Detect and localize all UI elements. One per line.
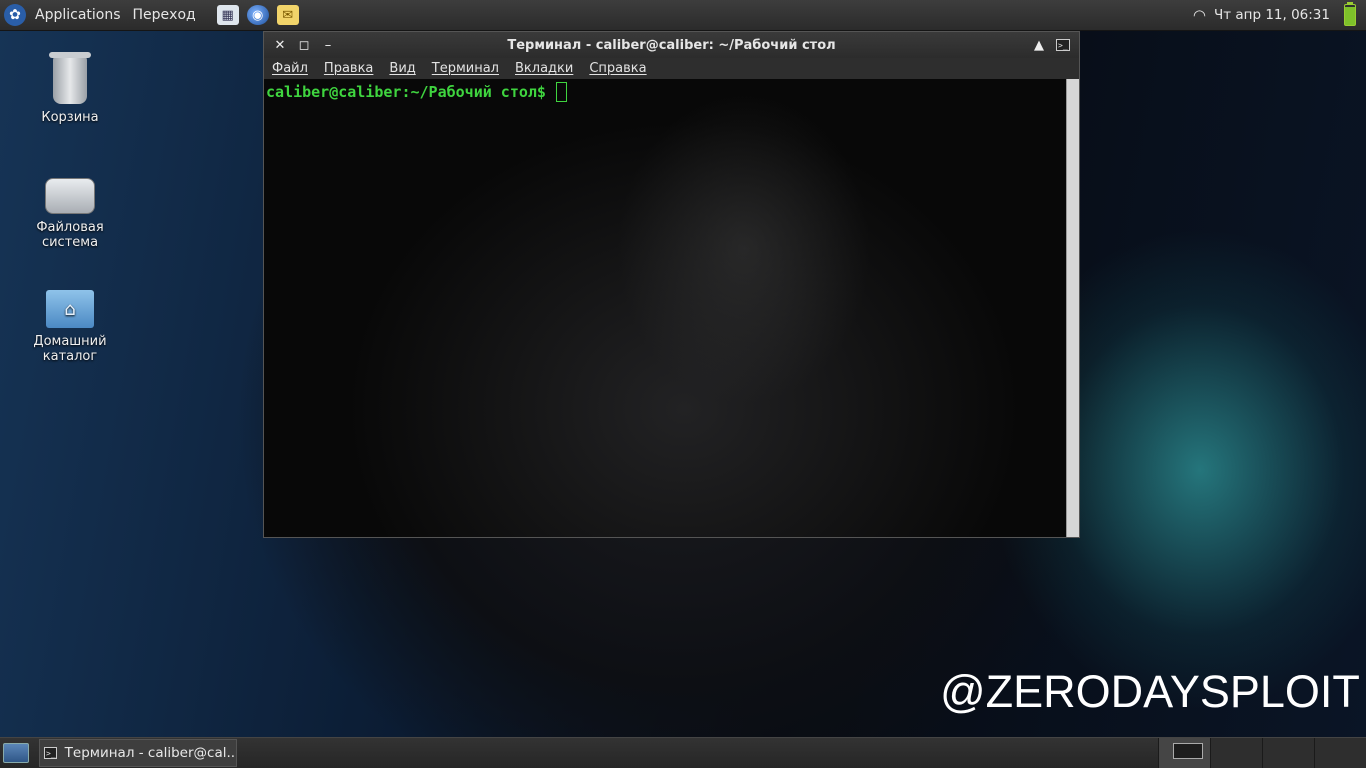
workspace-2[interactable] <box>1210 738 1262 768</box>
goto-menu[interactable]: Переход <box>130 7 199 23</box>
desktop-icon-label: Домашний каталог <box>33 334 107 364</box>
workspace-pager <box>1158 738 1366 768</box>
workspace-1[interactable] <box>1158 738 1210 768</box>
window-title: Терминал - caliber@caliber: ~/Рабочий ст… <box>507 37 836 53</box>
home-folder-icon: ⌂ <box>46 290 94 328</box>
web-browser-launcher-icon[interactable]: ◉ <box>246 5 269 25</box>
bottom-panel: >_ Терминал - caliber@cal... <box>0 737 1366 768</box>
desktop-icon-label: Файловая система <box>36 220 104 250</box>
terminal-icon: >_ <box>44 747 57 759</box>
text-cursor <box>555 82 567 102</box>
shade-up-icon[interactable]: ▲ <box>1027 38 1051 53</box>
wifi-icon[interactable]: ◠ <box>1193 6 1206 24</box>
menu-view[interactable]: Вид <box>389 61 415 76</box>
watermark-text: @ZERODAYSPLOIT <box>940 666 1360 717</box>
taskbar-terminal-button[interactable]: >_ Терминал - caliber@cal... <box>39 739 237 767</box>
close-icon[interactable]: ✕ <box>268 38 292 53</box>
maximize-icon[interactable]: ◻ <box>292 38 316 53</box>
desktop-icon-trash[interactable]: Корзина <box>20 52 120 125</box>
workspace-3[interactable] <box>1262 738 1314 768</box>
menu-edit[interactable]: Правка <box>324 61 373 76</box>
prompt-line: caliber@caliber:~/Рабочий стол$ <box>266 82 567 102</box>
applications-menu[interactable]: Applications <box>32 7 124 23</box>
workspace-4[interactable] <box>1314 738 1366 768</box>
terminal-window: ✕ ◻ – Терминал - caliber@caliber: ~/Рабо… <box>263 31 1080 538</box>
minimize-icon[interactable]: – <box>316 38 340 53</box>
terminal-scrollbar[interactable] <box>1066 79 1079 537</box>
window-titlebar[interactable]: ✕ ◻ – Терминал - caliber@caliber: ~/Рабо… <box>264 32 1079 58</box>
window-menu-icon[interactable]: >_ <box>1051 39 1075 51</box>
top-panel: ✿ Applications Переход ▦ ◉ ✉ ◠ Чт апр 11… <box>0 0 1366 31</box>
battery-icon[interactable] <box>1344 2 1356 26</box>
desktop-icon-filesystem[interactable]: Файловая система <box>20 170 120 250</box>
desktop-icon-home[interactable]: ⌂ Домашний каталог <box>20 284 120 364</box>
terminal-output[interactable]: caliber@caliber:~/Рабочий стол$ <box>264 79 1066 537</box>
menu-tabs[interactable]: Вкладки <box>515 61 573 76</box>
desktop-icon-label: Корзина <box>41 110 99 125</box>
taskbar-terminal-label: Терминал - caliber@cal... <box>64 745 237 761</box>
file-manager-launcher-icon[interactable]: ▦ <box>216 5 239 25</box>
xfce-logo-icon[interactable]: ✿ <box>4 4 26 26</box>
shell-prompt: caliber@caliber:~/Рабочий стол$ <box>266 83 546 101</box>
menu-terminal[interactable]: Терминал <box>432 61 499 76</box>
show-desktop-icon[interactable] <box>3 743 29 763</box>
terminal-menubar: Файл Правка Вид Терминал Вкладки Справка <box>264 58 1079 79</box>
drive-icon <box>45 178 95 214</box>
clock[interactable]: Чт апр 11, 06:31 <box>1214 7 1330 23</box>
mail-launcher-icon[interactable]: ✉ <box>276 5 299 25</box>
menu-help[interactable]: Справка <box>589 61 646 76</box>
menu-file[interactable]: Файл <box>272 61 308 76</box>
trash-icon <box>49 52 91 104</box>
